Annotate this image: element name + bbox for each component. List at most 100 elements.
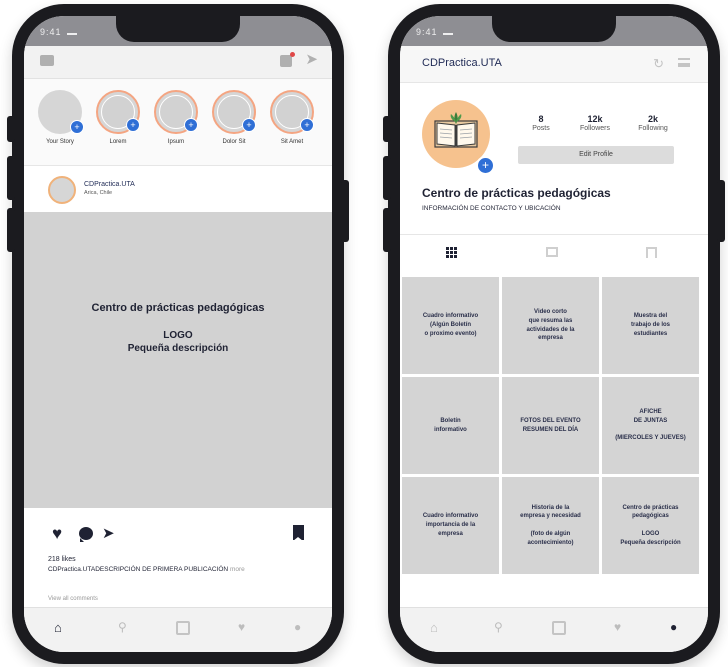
add-post-icon[interactable] bbox=[552, 621, 566, 637]
story-item[interactable]: + Sit Amet bbox=[266, 90, 318, 145]
volume-down-button bbox=[383, 208, 391, 252]
grid-post[interactable]: FOTOS DEL EVENTO RESUMEN DEL DÍA bbox=[502, 377, 599, 474]
followers-label: Followers bbox=[580, 125, 610, 132]
bookmark-icon[interactable] bbox=[293, 525, 304, 541]
camera-icon[interactable] bbox=[40, 55, 54, 66]
feed-screen: 9:41 ➤ + Your Story + Lorem + Ipsum + Do… bbox=[24, 16, 332, 652]
profile-header: CDPractica.UTA ↻ bbox=[400, 46, 708, 83]
grid-post[interactable]: Video corto que resuma las actividades d… bbox=[502, 277, 599, 374]
add-story-icon: + bbox=[242, 118, 256, 132]
grid-post[interactable]: Muestra del trabajo de los estudiantes bbox=[602, 277, 699, 374]
post-image[interactable]: Centro de prácticas pedagógicas LOGO Peq… bbox=[24, 212, 332, 508]
add-story-icon: + bbox=[300, 118, 314, 132]
bottom-nav: ⌂ ⚲ ♥ ● bbox=[400, 607, 708, 652]
followers-stat[interactable]: 12k Followers bbox=[570, 114, 620, 132]
tab-igtv[interactable] bbox=[546, 247, 558, 257]
following-label: Following bbox=[638, 125, 668, 132]
add-post-icon[interactable] bbox=[176, 621, 190, 637]
grid-post-text: Muestra del trabajo de los estudiantes bbox=[630, 313, 670, 337]
story-item[interactable]: + Lorem bbox=[92, 90, 144, 145]
edit-profile-button[interactable]: Edit Profile bbox=[518, 146, 674, 164]
activity-heart-icon[interactable]: ♥ bbox=[238, 621, 245, 633]
story-label: Ipsum bbox=[167, 139, 185, 145]
menu-icon[interactable] bbox=[678, 58, 690, 67]
phone-frame-profile: 9:41 CDPractica.UTA ↻ + 8 Posts 12k Foll… bbox=[383, 4, 725, 664]
volume-up-button bbox=[383, 156, 391, 200]
view-comments-link[interactable]: View all comments bbox=[48, 596, 98, 602]
search-icon[interactable]: ⚲ bbox=[118, 621, 127, 633]
add-story-icon[interactable]: + bbox=[476, 156, 495, 175]
status-time: 9:41 bbox=[40, 27, 77, 37]
profile-tabs bbox=[400, 234, 708, 273]
share-icon[interactable]: ➤ bbox=[102, 524, 115, 542]
story-avatar: + bbox=[154, 90, 198, 134]
direct-message-icon[interactable]: ➤ bbox=[305, 52, 318, 67]
grid-post-text: Centro de prácticas pedagógicas LOGO Peq… bbox=[620, 504, 681, 546]
profile-icon[interactable]: ● bbox=[294, 621, 301, 633]
grid-post-text: FOTOS DEL EVENTO RESUMEN DEL DÍA bbox=[520, 417, 581, 433]
feed-header: ➤ bbox=[24, 46, 332, 79]
caption-more-link[interactable]: more bbox=[230, 566, 245, 573]
story-item[interactable]: + Dolor Sit bbox=[208, 90, 260, 145]
status-time: 9:41 bbox=[416, 27, 453, 37]
volume-up-button bbox=[7, 156, 15, 200]
likes-count[interactable]: 218 likes bbox=[48, 556, 76, 563]
bottom-nav: ⌂ ⚲ ♥ ● bbox=[24, 607, 332, 652]
grid-post[interactable]: Cuadro informativo (Algún Boletín o prox… bbox=[402, 277, 499, 374]
history-icon[interactable]: ↻ bbox=[653, 56, 664, 72]
posts-stat[interactable]: 8 Posts bbox=[516, 114, 566, 132]
grid-post[interactable]: Boletín informativo bbox=[402, 377, 499, 474]
story-avatar: + bbox=[212, 90, 256, 134]
post-image-logo: LOGO bbox=[163, 330, 193, 341]
posts-label: Posts bbox=[532, 125, 550, 132]
igtv-icon bbox=[546, 247, 558, 257]
home-icon[interactable]: ⌂ bbox=[430, 621, 438, 634]
grid-post[interactable]: Centro de prácticas pedagógicas LOGO Peq… bbox=[602, 477, 699, 574]
grid-post-text: AFICHE DE JUNTAS (MIERCOLES Y JUEVES) bbox=[615, 409, 686, 442]
comment-icon[interactable] bbox=[79, 527, 93, 542]
home-icon[interactable]: ⌂ bbox=[54, 621, 62, 634]
grid-post[interactable]: Historia de la empresa y necesidad (foto… bbox=[502, 477, 599, 574]
post-location[interactable]: Arica, Chile bbox=[84, 190, 112, 196]
profile-username[interactable]: CDPractica.UTA bbox=[422, 57, 502, 69]
post-avatar[interactable] bbox=[48, 176, 76, 204]
story-label: Your Story bbox=[46, 139, 74, 145]
activity-heart-icon[interactable]: ♥ bbox=[614, 621, 621, 633]
grid-post-text: Boletín informativo bbox=[434, 417, 467, 433]
power-button bbox=[717, 180, 725, 242]
grid-post[interactable]: Cuadro informativo importancia de la emp… bbox=[402, 477, 499, 574]
story-avatar: + bbox=[270, 90, 314, 134]
notch bbox=[492, 16, 616, 42]
grid-post[interactable]: AFICHE DE JUNTAS (MIERCOLES Y JUEVES) bbox=[602, 377, 699, 474]
post-caption: CDPractica.UTADESCRIPCIÓN DE PRIMERA PUB… bbox=[48, 566, 245, 573]
following-stat[interactable]: 2k Following bbox=[628, 114, 678, 132]
story-label: Dolor Sit bbox=[222, 139, 246, 145]
grid-icon bbox=[446, 247, 457, 258]
caption-username[interactable]: CDPractica.UTA bbox=[48, 566, 95, 573]
tab-tagged[interactable] bbox=[646, 247, 657, 258]
tagged-icon bbox=[646, 247, 657, 258]
grid-post-text: Historia de la empresa y necesidad (foto… bbox=[520, 504, 581, 546]
mute-button bbox=[383, 116, 391, 142]
post-header: CDPractica.UTA Arica, Chile bbox=[24, 166, 332, 212]
caption-text: DESCRIPCIÓN DE PRIMERA PUBLICACIÓN bbox=[95, 566, 229, 573]
profile-icon[interactable]: ● bbox=[670, 621, 677, 633]
grid-post-text: Cuadro informativo importancia de la emp… bbox=[422, 513, 479, 537]
post-username[interactable]: CDPractica.UTA bbox=[84, 181, 135, 188]
add-story-icon: + bbox=[184, 118, 198, 132]
tab-grid[interactable] bbox=[446, 247, 457, 258]
stories-bar: + Your Story + Lorem + Ipsum + Dolor Sit… bbox=[24, 79, 332, 166]
post-grid: Cuadro informativo (Algún Boletín o prox… bbox=[400, 273, 708, 589]
story-label: Lorem bbox=[109, 139, 127, 145]
igtv-icon[interactable] bbox=[280, 52, 295, 67]
story-avatar: + bbox=[38, 90, 84, 134]
story-item[interactable]: + Ipsum bbox=[150, 90, 202, 145]
post-image-title: Centro de prácticas pedagógicas bbox=[91, 302, 265, 314]
grid-post-text: Cuadro informativo (Algún Boletín o prox… bbox=[422, 313, 479, 337]
grid-post-text: Video corto que resuma las actividades d… bbox=[526, 309, 575, 342]
story-item[interactable]: + Your Story bbox=[34, 90, 86, 145]
post-actions: ♥ ➤ bbox=[24, 516, 332, 556]
heart-icon[interactable]: ♥ bbox=[52, 524, 62, 544]
search-icon[interactable]: ⚲ bbox=[494, 621, 503, 633]
notch bbox=[116, 16, 240, 42]
